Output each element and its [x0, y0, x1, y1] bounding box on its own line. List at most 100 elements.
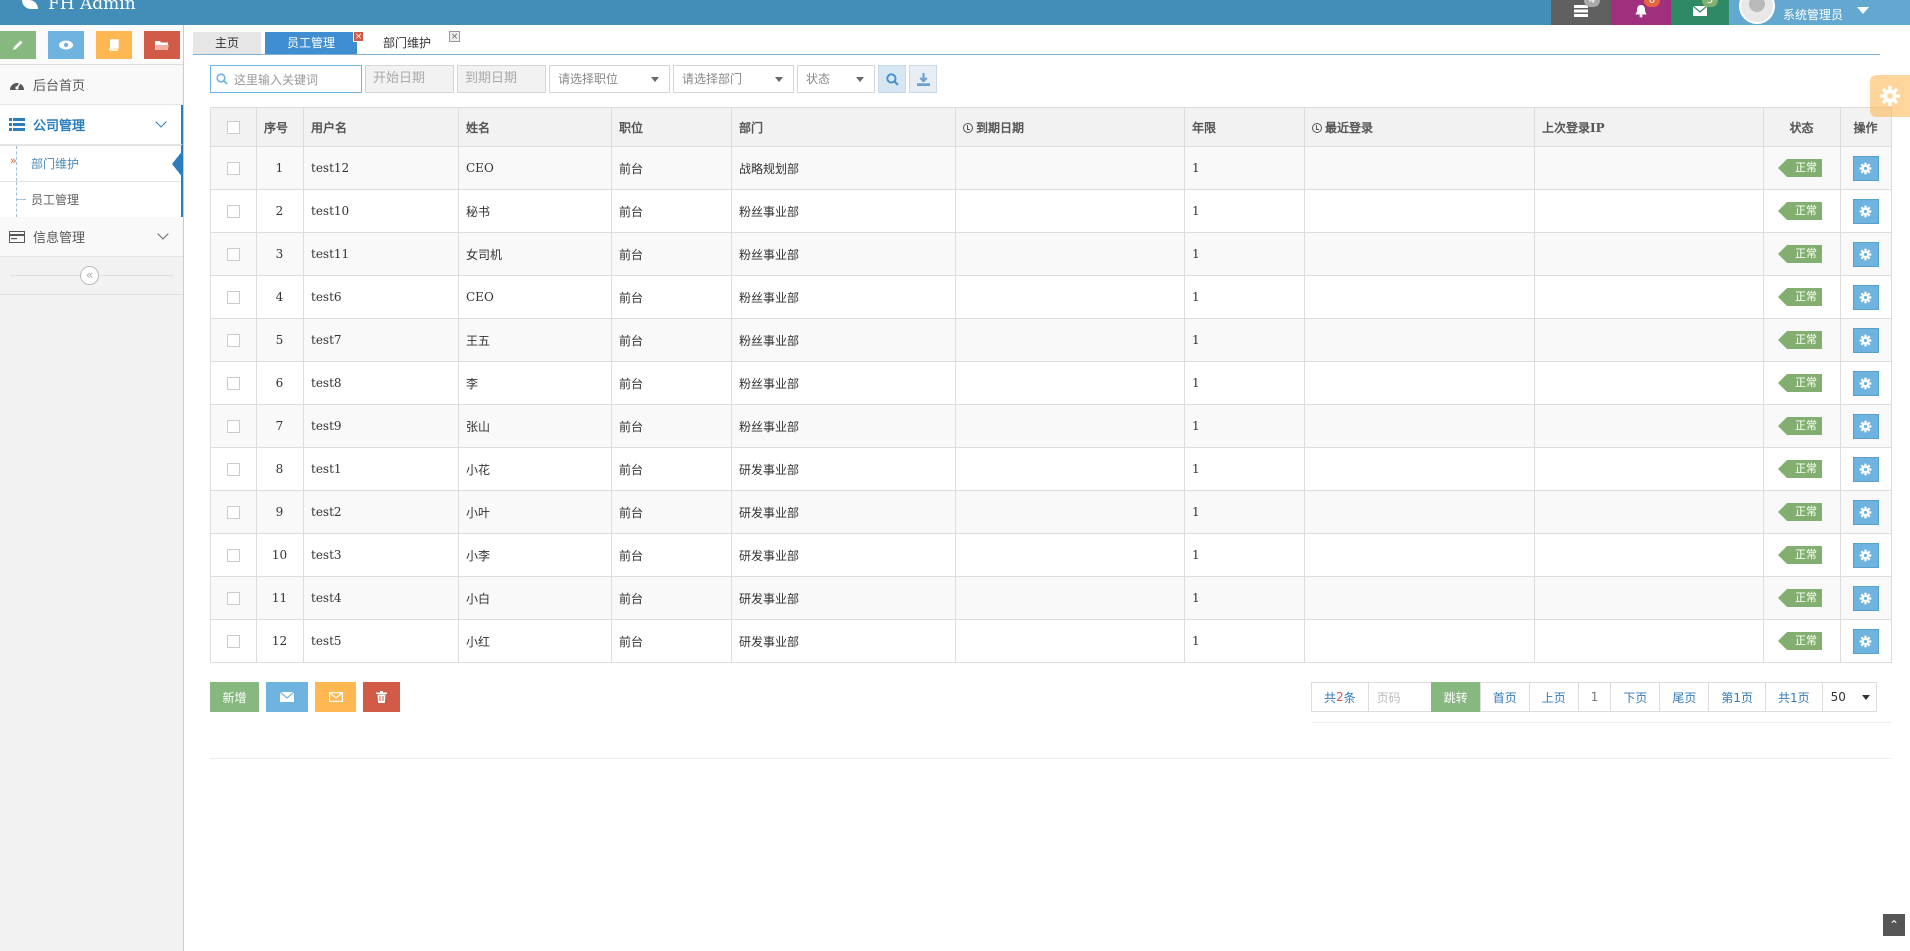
send-email-button[interactable]: [266, 682, 308, 712]
page-size-select[interactable]: 50: [1821, 682, 1877, 712]
cell-last-login: [1304, 361, 1535, 405]
row-settings-button[interactable]: [1852, 413, 1879, 439]
shortcut-book-button[interactable]: [96, 31, 132, 59]
settings-toggle[interactable]: [1870, 75, 1910, 117]
tab-dept[interactable]: 部门维护 ×: [361, 31, 461, 54]
row-checkbox[interactable]: [226, 162, 240, 175]
sidebar-item-company[interactable]: 公司管理: [0, 105, 183, 145]
row-settings-button[interactable]: [1852, 198, 1879, 224]
row-settings-button[interactable]: [1852, 499, 1879, 525]
search-input[interactable]: 这里输入关键词: [210, 65, 362, 93]
download-button[interactable]: [909, 65, 937, 93]
status-badge: 正常: [1778, 632, 1822, 650]
row-checkbox[interactable]: [226, 377, 240, 390]
cell-ip: [1534, 232, 1764, 276]
notifications-button[interactable]: 0: [1611, 0, 1671, 25]
row-checkbox[interactable]: [226, 549, 240, 562]
scroll-top-button[interactable]: ⌃: [1883, 914, 1905, 936]
shortcut-pencil-button[interactable]: [0, 31, 36, 59]
status-select[interactable]: 状态: [797, 65, 875, 93]
add-button[interactable]: 新增: [210, 682, 259, 712]
next-page-button[interactable]: 下页: [1610, 682, 1661, 712]
sidebar-item-dashboard[interactable]: 后台首页: [0, 65, 183, 105]
search-icon: [885, 72, 899, 86]
top-navbar: FH Admin 4 0 5 系统管理员: [0, 0, 1910, 25]
dashboard-icon: [7, 78, 27, 91]
tasks-button[interactable]: 4: [1551, 0, 1611, 25]
sidebar-subitem-staff[interactable]: 员工管理: [0, 181, 181, 217]
page-tabs: 主页 员工管理 × 部门维护 ×: [193, 31, 461, 54]
row-checkbox[interactable]: [226, 506, 240, 519]
row-checkbox[interactable]: [226, 463, 240, 476]
row-settings-button[interactable]: [1852, 241, 1879, 267]
row-settings-button[interactable]: [1852, 284, 1879, 310]
first-page-button[interactable]: 首页: [1479, 682, 1530, 712]
col-header-username[interactable]: 用户名: [303, 107, 459, 147]
row-settings-button[interactable]: [1852, 456, 1879, 482]
send-message-button[interactable]: [315, 682, 356, 712]
row-checkbox[interactable]: [226, 248, 240, 261]
cell-username: test3: [303, 533, 459, 577]
cell-actions: [1840, 404, 1892, 448]
cell-last-login: [1304, 447, 1535, 491]
department-select[interactable]: 请选择部门: [673, 65, 794, 93]
col-header-name[interactable]: 姓名: [458, 107, 612, 147]
jump-button[interactable]: 跳转: [1430, 682, 1481, 712]
current-page[interactable]: 1: [1577, 682, 1612, 712]
notifications-badge: 0: [1644, 0, 1660, 7]
shortcut-folder-button[interactable]: [144, 31, 180, 59]
col-header-last-login[interactable]: 最近登录: [1304, 107, 1535, 147]
shortcut-eye-button[interactable]: [48, 31, 84, 59]
col-header-ip[interactable]: 上次登录IP: [1534, 107, 1764, 147]
cell-years: 1: [1184, 490, 1305, 534]
position-select[interactable]: 请选择职位: [549, 65, 670, 93]
row-settings-button[interactable]: [1852, 370, 1879, 396]
row-settings-button[interactable]: [1852, 585, 1879, 611]
select-all-checkbox[interactable]: [210, 107, 257, 147]
cell-status: 正常: [1763, 490, 1841, 534]
col-header-dept[interactable]: 部门: [731, 107, 956, 147]
row-settings-button[interactable]: [1852, 155, 1879, 181]
row-checkbox[interactable]: [226, 334, 240, 347]
row-checkbox[interactable]: [226, 291, 240, 304]
col-header-no[interactable]: 序号: [256, 107, 304, 147]
sidebar-item-info[interactable]: 信息管理: [0, 217, 183, 257]
tab-home[interactable]: 主页: [193, 32, 262, 54]
start-date-input[interactable]: 开始日期: [365, 65, 454, 93]
cell-name: 李: [458, 361, 612, 405]
sidebar-subitem-dept[interactable]: » 部门维护: [0, 145, 183, 181]
row-checkbox[interactable]: [226, 205, 240, 218]
prev-page-button[interactable]: 上页: [1528, 682, 1579, 712]
bell-icon: [1635, 5, 1647, 18]
col-header-position[interactable]: 职位: [611, 107, 732, 147]
row-checkbox[interactable]: [226, 635, 240, 648]
row-settings-button[interactable]: [1852, 542, 1879, 568]
cell-last-login: [1304, 275, 1535, 319]
checkbox[interactable]: [226, 121, 240, 134]
row-settings-button[interactable]: [1852, 327, 1879, 353]
search-icon: [216, 73, 228, 85]
cell-no: 3: [256, 232, 304, 276]
status-badge: 正常: [1778, 202, 1822, 220]
search-button[interactable]: [878, 65, 906, 93]
col-header-expire[interactable]: 到期日期: [955, 107, 1185, 147]
tab-staff[interactable]: 员工管理 ×: [265, 31, 365, 54]
messages-button[interactable]: 5: [1671, 0, 1729, 25]
brand[interactable]: FH Admin: [22, 0, 136, 14]
sidebar-collapse-button[interactable]: «: [80, 266, 99, 285]
row-checkbox[interactable]: [226, 592, 240, 605]
row-checkbox-cell: [210, 404, 257, 448]
cell-dept: 研发事业部: [731, 490, 956, 534]
col-header-years[interactable]: 年限: [1184, 107, 1305, 147]
cell-last-login: [1304, 232, 1535, 276]
page-number-input[interactable]: 页码: [1367, 682, 1432, 712]
user-menu[interactable]: 系统管理员: [1729, 0, 1910, 25]
row-checkbox-cell: [210, 576, 257, 620]
row-checkbox[interactable]: [226, 420, 240, 433]
close-icon[interactable]: ×: [449, 31, 461, 42]
cell-dept: 粉丝事业部: [731, 189, 956, 233]
delete-button[interactable]: [363, 682, 400, 712]
last-page-button[interactable]: 尾页: [1659, 682, 1710, 712]
row-settings-button[interactable]: [1852, 628, 1879, 654]
end-date-input[interactable]: 到期日期: [457, 65, 546, 93]
